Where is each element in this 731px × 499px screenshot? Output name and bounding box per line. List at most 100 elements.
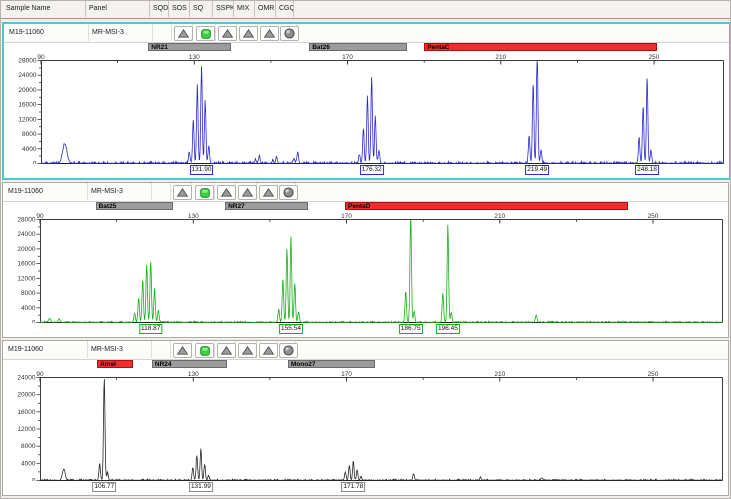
marker-bar-nr24[interactable]: NR24	[152, 360, 227, 368]
column-header-omr: OMR	[255, 1, 276, 17]
column-header-cgq: CGQ	[276, 1, 294, 17]
mix-flag[interactable]	[238, 185, 257, 200]
sspk-flag[interactable]	[218, 26, 237, 41]
omr-flag[interactable]	[260, 26, 279, 41]
marker-bar-bat26[interactable]: Bat26	[309, 43, 407, 51]
warning-triangle-icon	[242, 346, 253, 355]
svg-text:130: 130	[188, 213, 199, 220]
svg-text:8000: 8000	[21, 443, 36, 450]
column-header-mix: MIX	[234, 1, 255, 17]
sspk-flag[interactable]	[217, 185, 236, 200]
electropherogram-panel-2: M19-11060MR-MSI-3Bat25NR27PentaD90130170…	[2, 182, 729, 338]
flag-cell-sqd	[153, 24, 172, 41]
peak-label-strip: 118.87 155.54 186.75 196.45	[3, 323, 728, 337]
sspk-flag[interactable]	[217, 343, 236, 358]
svg-text:90: 90	[37, 54, 45, 61]
peak-size-label[interactable]: 196.45	[436, 324, 460, 334]
peak-size-label[interactable]: 219.49	[525, 165, 549, 175]
sos-flag[interactable]	[174, 26, 193, 41]
svg-text:24000: 24000	[17, 231, 35, 238]
trace-plot[interactable]: 9013017021025004000800012000160002000024…	[3, 211, 728, 323]
pass-square-icon	[201, 29, 211, 39]
svg-text:4000: 4000	[21, 305, 36, 312]
panel-name[interactable]: MR-MSI-3	[88, 341, 152, 358]
svg-text:170: 170	[342, 54, 353, 61]
column-header-panel: Panel	[86, 1, 150, 17]
svg-text:4000: 4000	[21, 460, 36, 467]
peak-size-label[interactable]: 248.18	[635, 165, 659, 175]
sample-row[interactable]: M19-11060MR-MSI-3	[3, 183, 728, 202]
warning-triangle-icon	[221, 188, 232, 197]
panel-name[interactable]: MR-MSI-3	[88, 183, 152, 200]
trace-plot[interactable]: 9013017021025004000800012000160002000024…	[4, 52, 729, 164]
sq-flag[interactable]	[195, 185, 214, 200]
svg-text:250: 250	[649, 54, 660, 61]
marker-strip: Bat25 NR27 PentaD	[3, 202, 728, 211]
svg-text:24000: 24000	[18, 72, 36, 79]
svg-text:130: 130	[188, 371, 199, 378]
table-header: Sample NamePanelSQDSOSSQSSPKMIXOMRCGQ	[1, 1, 730, 19]
peak-label-strip: 106.77 131.99 171.78	[3, 481, 728, 495]
peak-label-strip: 131.90 176.32 219.49 248.18	[4, 164, 729, 178]
sample-row[interactable]: M19-11060MR-MSI-3	[4, 24, 729, 43]
gray-sphere-icon	[283, 187, 294, 198]
mix-flag[interactable]	[239, 26, 258, 41]
svg-text:8000: 8000	[21, 290, 36, 297]
svg-text:12000: 12000	[17, 426, 35, 433]
peak-size-label[interactable]: 155.54	[279, 324, 303, 334]
peak-size-label[interactable]: 186.75	[399, 324, 423, 334]
svg-text:210: 210	[494, 213, 505, 220]
sq-flag[interactable]	[195, 343, 214, 358]
marker-bar-mono27[interactable]: Mono27	[288, 360, 375, 368]
svg-text:90: 90	[36, 213, 44, 220]
sample-name[interactable]: M19-11060	[5, 341, 88, 358]
sample-name[interactable]: M19-11060	[6, 24, 89, 41]
warning-triangle-icon	[263, 188, 274, 197]
sample-row[interactable]: M19-11060MR-MSI-3	[3, 341, 728, 360]
omr-flag[interactable]	[259, 343, 278, 358]
peak-size-label[interactable]: 131.90	[190, 165, 214, 175]
peak-size-label[interactable]: 176.32	[360, 165, 384, 175]
svg-text:170: 170	[341, 213, 352, 220]
marker-bar-amel[interactable]: Amel	[97, 360, 133, 368]
cgq-flag[interactable]	[279, 185, 298, 200]
marker-bar-pentad[interactable]: PentaD	[345, 202, 628, 210]
trace-plot[interactable]: 9013017021025004000800012000160002000024…	[3, 369, 728, 481]
marker-bar-nr21[interactable]: NR21	[148, 43, 230, 51]
column-header-sq: SQ	[190, 1, 213, 17]
cgq-flag[interactable]	[280, 26, 299, 41]
panel-name[interactable]: MR-MSI-3	[89, 24, 153, 41]
svg-text:210: 210	[494, 371, 505, 378]
warning-triangle-icon	[177, 188, 188, 197]
warning-triangle-icon	[221, 346, 232, 355]
sos-flag[interactable]	[173, 185, 192, 200]
warning-triangle-icon	[264, 29, 275, 38]
warning-triangle-icon	[243, 29, 254, 38]
pass-square-icon	[200, 346, 210, 356]
svg-text:28000: 28000	[17, 217, 35, 224]
sq-flag[interactable]	[196, 26, 215, 41]
svg-text:16000: 16000	[17, 261, 35, 268]
svg-text:20000: 20000	[17, 392, 35, 399]
peak-size-label[interactable]: 171.78	[341, 482, 365, 492]
sample-name[interactable]: M19-11060	[5, 183, 88, 200]
omr-flag[interactable]	[259, 185, 278, 200]
svg-text:12000: 12000	[17, 275, 35, 282]
peak-size-label[interactable]: 118.87	[139, 324, 162, 334]
pass-square-icon	[200, 188, 210, 198]
sos-flag[interactable]	[173, 343, 192, 358]
peak-size-label[interactable]: 131.99	[189, 482, 213, 492]
marker-bar-nr27[interactable]: NR27	[225, 202, 308, 210]
marker-bar-bat25[interactable]: Bat25	[96, 202, 173, 210]
warning-triangle-icon	[222, 29, 233, 38]
mix-flag[interactable]	[238, 343, 257, 358]
warning-triangle-icon	[177, 346, 188, 355]
svg-text:16000: 16000	[17, 409, 35, 416]
svg-text:8000: 8000	[22, 131, 37, 138]
svg-text:250: 250	[648, 371, 659, 378]
peak-size-label[interactable]: 106.77	[92, 482, 116, 492]
cgq-flag[interactable]	[279, 343, 298, 358]
warning-triangle-icon	[242, 188, 253, 197]
svg-text:12000: 12000	[18, 116, 36, 123]
marker-bar-pentac[interactable]: PentaC	[424, 43, 657, 51]
